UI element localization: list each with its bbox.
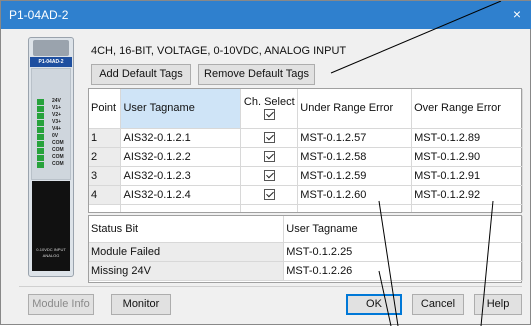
module-led (37, 113, 44, 119)
ch-select-checkbox[interactable] (263, 170, 275, 182)
module-terminal-block (32, 181, 70, 243)
cancel-button[interactable]: Cancel (412, 294, 464, 315)
module-description: 4CH, 16-BIT, VOLTAGE, 0-10VDC, ANALOG IN… (91, 45, 347, 57)
ch-select-checkbox[interactable] (263, 189, 275, 201)
over-range-tag[interactable]: MST-0.1.2.90 (411, 147, 523, 167)
status-tagname[interactable]: MST-0.1.2.26 (283, 261, 523, 281)
select-all-checkbox[interactable] (263, 108, 275, 120)
col-header-status-tagname: User Tagname (283, 216, 523, 243)
window-title: P1-04AD-2 (9, 8, 69, 22)
module-pin-label: COM (52, 161, 64, 167)
empty-cell (120, 204, 242, 212)
module-info-button[interactable]: Module Info (28, 294, 94, 315)
divider (19, 286, 522, 287)
ch-select-checkbox[interactable] (263, 151, 275, 163)
point-tagname[interactable]: AIS32-0.1.2.4 (120, 185, 242, 205)
ch-select-cell (240, 166, 299, 186)
remove-default-tags-button[interactable]: Remove Default Tags (198, 64, 315, 85)
empty-cell (89, 204, 122, 212)
points-grid: Point User Tagname Ch. Select Under Rang… (88, 88, 523, 213)
module-connector (33, 40, 69, 56)
empty-cell (297, 204, 413, 212)
point-tagname[interactable]: AIS32-0.1.2.1 (120, 128, 242, 148)
col-header-under-range: Under Range Error (297, 89, 413, 129)
under-range-tag[interactable]: MST-0.1.2.58 (297, 147, 413, 167)
module-pin-label: V2+ (52, 112, 62, 118)
point-number: 3 (89, 166, 122, 186)
point-tagname[interactable]: AIS32-0.1.2.2 (120, 147, 242, 167)
module-footer-line2: ANALOG (42, 253, 60, 258)
ok-button[interactable]: OK (346, 294, 402, 315)
module-led (37, 127, 44, 133)
col-header-over-range: Over Range Error (411, 89, 523, 129)
module-led (37, 148, 44, 154)
col-header-user-tagname[interactable]: User Tagname (120, 89, 242, 129)
empty-cell (240, 204, 299, 212)
help-button[interactable]: Help (474, 294, 522, 315)
over-range-tag[interactable]: MST-0.1.2.89 (411, 128, 523, 148)
points-row[interactable]: 1 AIS32-0.1.2.1 MST-0.1.2.57 MST-0.1.2.89 (89, 128, 523, 148)
col-header-ch-select[interactable]: Ch. Select (240, 89, 299, 129)
ch-select-cell (240, 128, 299, 148)
module-led (37, 141, 44, 147)
status-row[interactable]: Missing 24V MST-0.1.2.26 (89, 261, 523, 281)
module-pin-label: 0V (52, 133, 59, 139)
module-pin-label: 24V (52, 98, 61, 104)
status-row[interactable]: Module Failed MST-0.1.2.25 (89, 242, 523, 262)
col-header-status-bit: Status Bit (89, 216, 285, 243)
module-led (37, 99, 44, 105)
under-range-tag[interactable]: MST-0.1.2.57 (297, 128, 413, 148)
status-bit-name: Module Failed (89, 242, 285, 262)
ch-select-label: Ch. Select (243, 96, 295, 109)
module-footer-label: 0-10VDC INPUT ANALOG (32, 243, 70, 271)
points-row[interactable]: 3 AIS32-0.1.2.3 MST-0.1.2.59 MST-0.1.2.91 (89, 166, 523, 186)
module-face: 24V V1+ V2+ V3+ V4+ 0V COM COM COM COM (31, 68, 71, 180)
under-range-tag[interactable]: MST-0.1.2.59 (297, 166, 413, 186)
point-number: 1 (89, 128, 122, 148)
module-pin-label: V3+ (52, 119, 62, 125)
module-led (37, 155, 44, 161)
status-grid: Status Bit User Tagname Module Failed MST… (88, 215, 523, 283)
module-illustration: P1-04AD-2 24V V1+ V2+ V3+ V4+ 0V COM COM COM COM … (28, 37, 74, 277)
module-led (37, 162, 44, 168)
under-range-tag[interactable]: MST-0.1.2.60 (297, 185, 413, 205)
close-icon[interactable]: × (508, 5, 526, 23)
points-row-empty (89, 204, 523, 212)
points-row[interactable]: 4 AIS32-0.1.2.4 MST-0.1.2.60 MST-0.1.2.92 (89, 185, 523, 205)
over-range-tag[interactable]: MST-0.1.2.91 (411, 166, 523, 186)
status-bit-name: Missing 24V (89, 261, 285, 281)
module-pin-label: COM (52, 154, 64, 160)
status-tagname[interactable]: MST-0.1.2.25 (283, 242, 523, 262)
points-row[interactable]: 2 AIS32-0.1.2.2 MST-0.1.2.58 MST-0.1.2.90 (89, 147, 523, 167)
title-bar[interactable]: P1-04AD-2 × (1, 1, 531, 29)
point-number: 2 (89, 147, 122, 167)
module-label: P1-04AD-2 (30, 57, 72, 67)
col-header-point: Point (89, 89, 122, 129)
module-led (37, 106, 44, 112)
add-default-tags-button[interactable]: Add Default Tags (91, 64, 191, 85)
ch-select-cell (240, 147, 299, 167)
ch-select-checkbox[interactable] (263, 132, 275, 144)
point-tagname[interactable]: AIS32-0.1.2.3 (120, 166, 242, 186)
module-pin-label: COM (52, 147, 64, 153)
point-number: 4 (89, 185, 122, 205)
module-led (37, 134, 44, 140)
dialog-window: P1-04AD-2 × P1-04AD-2 24V V1+ V2+ V3+ V4+ 0V C… (0, 0, 531, 326)
module-pin-label: V4+ (52, 126, 62, 132)
module-led (37, 120, 44, 126)
empty-cell (411, 204, 523, 212)
over-range-tag[interactable]: MST-0.1.2.92 (411, 185, 523, 205)
ch-select-cell (240, 185, 299, 205)
monitor-button[interactable]: Monitor (111, 294, 171, 315)
module-pin-label: V1+ (52, 105, 62, 111)
module-pin-label: COM (52, 140, 64, 146)
